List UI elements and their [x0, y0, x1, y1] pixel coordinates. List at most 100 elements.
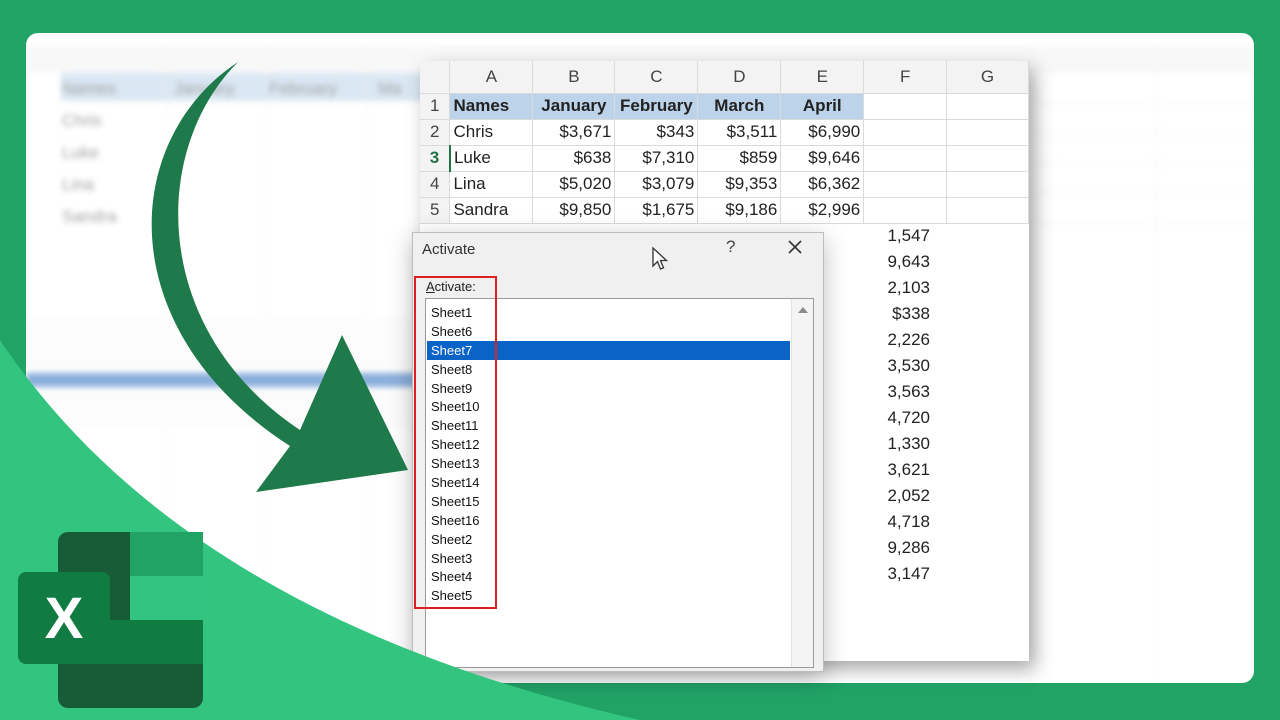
bg-text: Chris	[62, 111, 102, 130]
column-header[interactable]: F	[863, 61, 948, 94]
partial-cell: 9,643	[887, 252, 930, 271]
bg-gridline	[1026, 133, 1254, 134]
excel-logo-icon: X	[18, 532, 203, 708]
row-header[interactable]: 4	[420, 171, 451, 198]
cell[interactable]: $3,671	[532, 119, 616, 146]
select-all-corner[interactable]	[420, 61, 451, 94]
highlight-box	[414, 276, 497, 609]
partial-column-e: 1,547 9,643 2,103 $338 2,226 3,530 3,563 4,720 1…	[820, 223, 930, 587]
partial-cell: 3,530	[887, 356, 930, 375]
cell[interactable]: $859	[697, 145, 782, 172]
row-header-active[interactable]: 3	[420, 145, 451, 172]
partial-cell: $338	[892, 304, 930, 323]
cell[interactable]	[946, 197, 1029, 224]
bg-text: January	[174, 79, 235, 98]
bg-gridline	[1156, 45, 1157, 683]
column-header-row: A B C D E F G	[420, 61, 1029, 94]
cell[interactable]: $6,990	[780, 119, 865, 146]
cell[interactable]: $638	[532, 145, 616, 172]
bg-selection-bar	[26, 373, 426, 387]
dialog-title: Activate	[422, 241, 476, 258]
bg-gridline	[1031, 45, 1032, 683]
bg-gridline	[1026, 223, 1254, 224]
bg-row: Chris	[26, 105, 466, 136]
row-header[interactable]: 2	[420, 119, 451, 146]
table-row: 1 Names January February March April	[420, 93, 1029, 120]
partial-cell: 2,103	[887, 278, 930, 297]
cell[interactable]	[863, 145, 948, 172]
cell[interactable]: $3,511	[697, 119, 782, 146]
partial-cell: 3,147	[887, 564, 930, 583]
cell[interactable]	[946, 93, 1029, 120]
table-row: 4 Lina $5,020 $3,079 $9,353 $6,362	[420, 171, 1029, 198]
cell[interactable]: $1,675	[614, 197, 699, 224]
close-button[interactable]	[783, 235, 807, 259]
column-header[interactable]: D	[697, 61, 782, 94]
table-row: 2 Chris $3,671 $343 $3,511 $6,990	[420, 119, 1029, 146]
cell[interactable]	[946, 171, 1029, 198]
cell[interactable]	[946, 145, 1029, 172]
partial-cell: 9,286	[887, 538, 930, 557]
close-icon	[788, 240, 802, 254]
cell[interactable]	[863, 197, 948, 224]
cell[interactable]: April	[780, 93, 865, 120]
cell[interactable]: $5,020	[532, 171, 616, 198]
partial-cell: 4,718	[887, 512, 930, 531]
column-header[interactable]: G	[946, 61, 1029, 94]
bg-gridline	[1026, 193, 1254, 194]
cell[interactable]: February	[614, 93, 699, 120]
bg-text: Sandra	[62, 207, 117, 226]
scroll-up-arrow-icon[interactable]	[798, 307, 808, 313]
partial-cell: 1,547	[887, 226, 930, 245]
column-header[interactable]: A	[449, 61, 534, 94]
cell[interactable]: $9,186	[697, 197, 782, 224]
column-header[interactable]: E	[780, 61, 865, 94]
cell[interactable]: Lina	[449, 171, 534, 198]
partial-cell: 2,052	[887, 486, 930, 505]
cell[interactable]: $2,996	[780, 197, 865, 224]
cell[interactable]	[946, 119, 1029, 146]
cell[interactable]: $343	[614, 119, 699, 146]
cell[interactable]: $9,353	[697, 171, 782, 198]
scrollbar[interactable]	[791, 299, 813, 667]
help-button[interactable]: ?	[726, 237, 735, 257]
cell[interactable]: $9,646	[780, 145, 865, 172]
cell[interactable]: Chris	[449, 119, 534, 146]
bg-text: Luke	[62, 143, 99, 162]
partial-cell: 3,621	[887, 460, 930, 479]
mouse-cursor-icon	[652, 246, 669, 270]
partial-cell: 3,563	[887, 382, 930, 401]
bg-text: Ma	[378, 79, 402, 98]
row-header[interactable]: 1	[420, 93, 451, 120]
cell[interactable]: Sandra	[449, 197, 534, 224]
partial-cell: 1,330	[887, 434, 930, 453]
bg-gridline	[1026, 103, 1254, 104]
cell[interactable]: January	[532, 93, 616, 120]
cell[interactable]: March	[697, 93, 782, 120]
logo-letter: X	[45, 586, 84, 651]
cell[interactable]: $6,362	[780, 171, 865, 198]
table-row: 5 Sandra $9,850 $1,675 $9,186 $2,996	[420, 197, 1029, 224]
cell[interactable]: $9,850	[532, 197, 616, 224]
bg-text: Names	[62, 79, 116, 98]
bg-row: Sandra	[26, 201, 466, 232]
bg-gridline	[1026, 163, 1254, 164]
bg-row: Names January February Ma	[26, 73, 466, 104]
bg-row: Lina	[26, 169, 466, 200]
cell[interactable]: Names	[449, 93, 534, 120]
table-row: 3 Luke $638 $7,310 $859 $9,646	[420, 145, 1029, 172]
partial-cell: 2,226	[887, 330, 930, 349]
cell[interactable]: Luke	[449, 145, 534, 172]
cell[interactable]: $3,079	[614, 171, 699, 198]
bg-text: Lina	[62, 175, 95, 194]
cell[interactable]	[863, 93, 948, 120]
cell[interactable]	[863, 119, 948, 146]
row-header[interactable]: 5	[420, 197, 451, 224]
column-header[interactable]: C	[614, 61, 699, 94]
cell[interactable]: $7,310	[614, 145, 699, 172]
bg-row: Luke	[26, 137, 466, 168]
column-header[interactable]: B	[532, 61, 616, 94]
partial-cell: 4,720	[887, 408, 930, 427]
bg-text: February	[269, 79, 338, 98]
cell[interactable]	[863, 171, 948, 198]
